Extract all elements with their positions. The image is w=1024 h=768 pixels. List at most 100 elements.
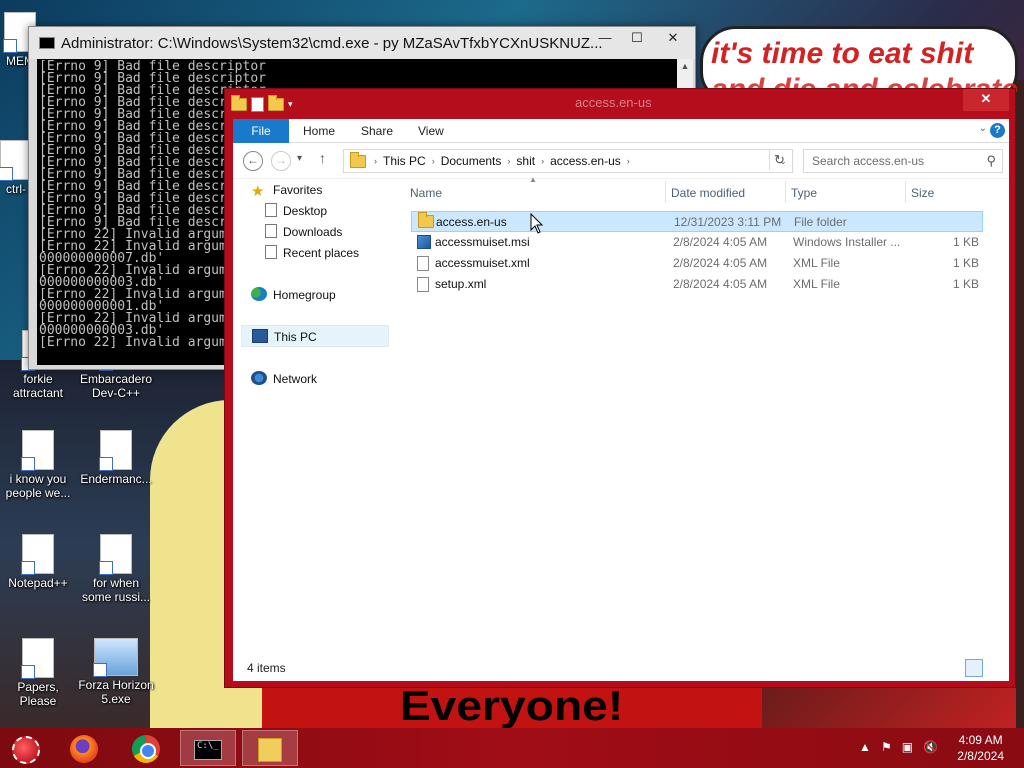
column-type[interactable]: Type — [791, 179, 817, 207]
tab-view[interactable]: View — [404, 119, 458, 143]
clock-date: 2/8/2024 — [957, 749, 1004, 763]
new-folder-icon[interactable] — [268, 94, 284, 111]
refresh-button[interactable]: ↻ — [769, 150, 789, 170]
desktop-icon-label: Endermanc... — [80, 472, 152, 486]
recent-locations-icon[interactable]: ▾ — [297, 153, 302, 164]
nav-this-pc[interactable]: This PC — [241, 325, 389, 347]
minimize-button[interactable]: — — [587, 27, 623, 51]
maximize-button[interactable] — [931, 89, 961, 111]
file-row[interactable]: setup.xml 2/8/2024 4:05 AM XML File 1 KB — [411, 274, 983, 295]
file-date: 2/8/2024 4:05 AM — [673, 256, 768, 270]
nav-homegroup[interactable]: Homegroup — [251, 284, 336, 306]
flag-icon[interactable]: ⚑ — [881, 740, 892, 754]
up-button[interactable]: ↑ — [319, 150, 326, 166]
window-title: access.en-us — [575, 95, 652, 110]
desktop-icon-label: forkie attractant — [12, 372, 64, 400]
maximize-button[interactable]: ☐ — [619, 27, 655, 51]
volume-muted-icon[interactable]: 🔇 — [923, 740, 938, 754]
cmd-icon: C:\_ — [194, 740, 222, 760]
column-date-modified[interactable]: Date modified — [671, 179, 745, 207]
star-icon: ★ — [251, 183, 265, 200]
desktop-icon-label: Papers, Please — [17, 680, 59, 708]
nav-favorites[interactable]: ★ Favorites — [251, 179, 322, 201]
close-button[interactable]: ✕ — [963, 89, 1009, 111]
file-date: 12/31/2023 3:11 PM — [674, 215, 782, 229]
cmd-icon — [39, 37, 55, 49]
file-size: 1 KB — [952, 277, 979, 291]
column-name[interactable]: Name — [410, 179, 442, 207]
app-icon — [93, 638, 138, 677]
xml-file-icon — [417, 256, 429, 271]
desktop-icon — [265, 203, 277, 217]
help-icon[interactable]: ? — [990, 123, 1005, 138]
column-divider[interactable] — [665, 181, 666, 203]
address-bar[interactable]: › This PC › Documents › shit › access.en… — [343, 149, 793, 173]
chevron-down-icon[interactable]: ▾ — [288, 99, 293, 110]
nav-label: Downloads — [283, 225, 343, 239]
navigation-pane: ★ Favorites Desktop Downloads Recent plac… — [233, 179, 391, 649]
details-view-icon[interactable] — [965, 659, 983, 677]
file-row[interactable]: access.en-us 12/31/2023 3:11 PM File fol… — [411, 211, 983, 232]
search-input[interactable]: Search access.en-us ⚲ — [803, 149, 1003, 173]
nav-desktop[interactable]: Desktop — [265, 200, 327, 222]
desktop-icon[interactable]: for when some russi... — [78, 534, 154, 604]
desktop-icon-label: for when some russi... — [81, 576, 150, 604]
status-bar: 4 items — [233, 655, 1009, 681]
properties-icon[interactable] — [251, 96, 264, 112]
file-name: access.en-us — [436, 215, 507, 229]
explorer-window[interactable]: ▾ access.en-us ✕ File Home Share View ⌄ … — [224, 88, 1016, 688]
taskbar-explorer[interactable] — [242, 730, 298, 766]
desktop-icon[interactable]: Papers, Please — [0, 638, 76, 708]
breadcrumb-item[interactable]: access.en-us — [544, 154, 627, 168]
cmd-titlebar[interactable]: Administrator: C:\Windows\System32\cmd.e… — [29, 27, 695, 59]
breadcrumb-item[interactable]: Documents — [435, 154, 508, 168]
folder-icon — [258, 738, 282, 762]
file-name: setup.xml — [435, 277, 487, 291]
column-size[interactable]: Size — [911, 179, 934, 207]
taskbar-chrome[interactable] — [118, 730, 174, 766]
tab-home[interactable]: Home — [289, 119, 349, 143]
close-button[interactable]: ✕ — [655, 27, 691, 51]
homegroup-icon — [251, 287, 267, 301]
show-hidden-icons-icon[interactable]: ▲ — [859, 740, 871, 754]
scroll-up-icon[interactable]: ▲ — [677, 59, 693, 73]
minimize-button[interactable] — [899, 89, 929, 111]
network-icon[interactable]: ▣ — [902, 740, 913, 754]
nav-label: This PC — [274, 330, 317, 344]
shortcut-icon — [21, 430, 54, 471]
start-button[interactable] — [12, 736, 40, 764]
item-count: 4 items — [247, 661, 286, 675]
nav-network[interactable]: Network — [251, 368, 317, 390]
xml-file-icon — [417, 277, 429, 292]
tab-file[interactable]: File — [233, 119, 289, 143]
shortcut-icon — [99, 534, 132, 575]
expand-ribbon-icon[interactable]: ⌄ — [979, 123, 987, 134]
column-divider[interactable] — [905, 181, 906, 203]
desktop-icon[interactable]: Endermanc... — [78, 430, 154, 486]
wallpaper-right-strip — [1016, 80, 1024, 728]
chrome-icon — [132, 735, 160, 763]
breadcrumb-item[interactable]: shit — [510, 154, 541, 168]
taskbar-cmd[interactable]: C:\_ — [180, 730, 236, 766]
desktop-icon[interactable]: Forza Horizon 5.exe — [78, 638, 154, 706]
tab-share[interactable]: Share — [347, 119, 407, 143]
chevron-right-icon[interactable]: › — [627, 156, 630, 166]
clock[interactable]: 4:09 AM 2/8/2024 — [957, 732, 1004, 764]
column-divider[interactable] — [785, 181, 786, 203]
large-icons-view-icon[interactable] — [985, 659, 1003, 677]
nav-recent-places[interactable]: Recent places — [265, 242, 359, 264]
nav-downloads[interactable]: Downloads — [265, 221, 342, 243]
back-button[interactable]: ← — [243, 151, 263, 171]
forward-button[interactable]: → — [271, 151, 291, 171]
desktop-icon[interactable]: i know you people we... — [0, 430, 76, 500]
sort-up-icon: ▲ — [529, 175, 537, 184]
breadcrumb-item[interactable]: This PC — [377, 154, 432, 168]
desktop-icon[interactable]: Notepad++ — [0, 534, 76, 590]
nav-label: Desktop — [283, 204, 328, 218]
nav-label: Homegroup — [273, 288, 336, 302]
file-row[interactable]: accessmuiset.xml 2/8/2024 4:05 AM XML Fi… — [411, 253, 983, 274]
file-row[interactable]: accessmuiset.msi 2/8/2024 4:05 AM Window… — [411, 232, 983, 253]
taskbar-firefox[interactable] — [56, 730, 112, 766]
cmd-title: Administrator: C:\Windows\System32\cmd.e… — [61, 35, 603, 52]
file-type: XML File — [793, 277, 840, 291]
